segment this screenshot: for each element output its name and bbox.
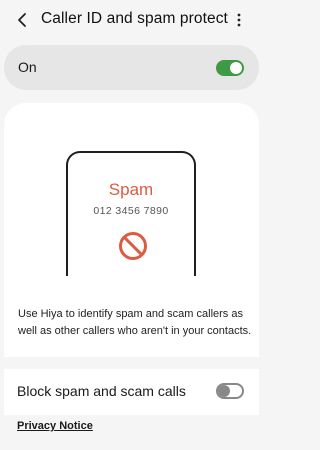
back-button[interactable] [11, 9, 33, 31]
spam-caller-label: Spam [108, 180, 154, 199]
description-text: Use Hiya to identify spam and scam calle… [18, 308, 252, 337]
block-spam-row[interactable]: Block spam and scam calls [4, 369, 259, 415]
page-title: Caller ID and spam protect [41, 10, 228, 27]
master-switch-row[interactable]: On [4, 45, 259, 90]
toggle-knob [218, 385, 230, 397]
block-icon [119, 232, 147, 260]
master-toggle[interactable] [216, 60, 244, 76]
more-vert-icon [237, 13, 241, 27]
app-bar: Caller ID and spam protect [0, 0, 263, 44]
caller-number: 012 3456 7890 [93, 205, 169, 217]
block-spam-label: Block spam and scam calls [17, 383, 186, 399]
master-switch-label: On [18, 59, 37, 75]
toggle-knob [230, 62, 242, 74]
back-arrow-icon [18, 13, 26, 27]
more-options-button[interactable] [232, 10, 246, 30]
phone-illustration: Spam 012 3456 7890 [66, 151, 196, 276]
privacy-notice-link[interactable]: Privacy Notice [17, 420, 93, 432]
block-spam-toggle[interactable] [216, 383, 244, 399]
